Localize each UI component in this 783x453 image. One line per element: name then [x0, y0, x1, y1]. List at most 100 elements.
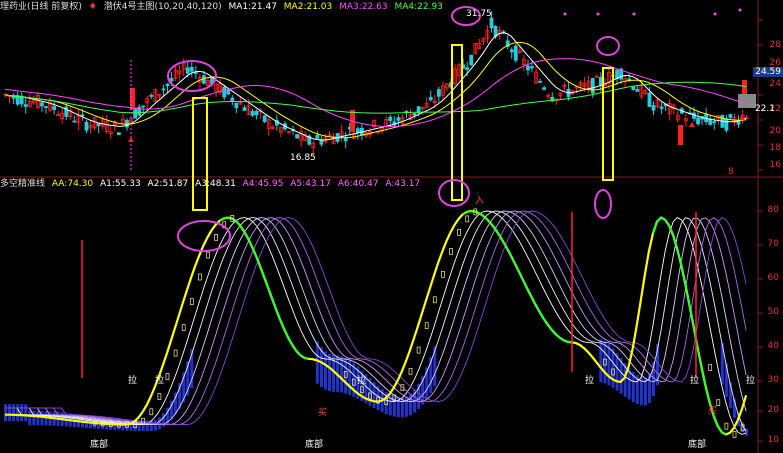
- bottom-label: 底部: [688, 440, 707, 450]
- volume-bar: [599, 339, 603, 383]
- volume-bar: [12, 404, 16, 422]
- volume-bar: [340, 356, 344, 393]
- volume-bar: [4, 404, 7, 422]
- candle-body: [526, 65, 530, 71]
- volume-bar: [28, 410, 32, 426]
- ma3-line: [4, 58, 747, 128]
- pull-label: 拉: [155, 376, 165, 386]
- buy-label: 买: [318, 408, 328, 418]
- candle-body: [169, 78, 174, 82]
- candle-body: [530, 66, 534, 69]
- candle-body: [165, 83, 170, 87]
- candle-body: [712, 121, 717, 124]
- candle-body: [295, 134, 300, 139]
- aa-down-line: [651, 216, 727, 436]
- signal-candle: [678, 125, 683, 145]
- candle-body: [315, 134, 320, 139]
- sub-tick: 20: [767, 405, 779, 415]
- candle-body: [234, 102, 239, 109]
- candle-body: [262, 115, 267, 123]
- candle-body: [396, 117, 401, 121]
- volume-bar: [8, 404, 12, 422]
- sub-candle: [441, 271, 445, 278]
- sub-candle: [708, 364, 713, 371]
- sub-candle: [206, 251, 210, 259]
- signal-dot: [563, 12, 567, 16]
- sub-candle: [732, 431, 737, 438]
- high-price-label: 31.75: [466, 9, 492, 19]
- candle-body: [509, 49, 514, 53]
- chart-canvas[interactable]: [0, 0, 783, 453]
- buy-label: 买: [708, 406, 718, 416]
- candle-body: [161, 88, 166, 91]
- candle-body: [242, 107, 247, 111]
- volume-bar: [36, 410, 40, 426]
- sub-tick: 60: [767, 273, 779, 283]
- sub-candle: [165, 373, 170, 380]
- volume-bar: [400, 397, 404, 418]
- signal-dot: [632, 12, 636, 16]
- volume-bar: [603, 341, 607, 384]
- sub-candle: [424, 322, 429, 330]
- sub-tick: 80: [767, 205, 779, 215]
- sub-tick: 10: [767, 435, 779, 445]
- candle-body: [254, 110, 259, 116]
- candle-body: [598, 76, 603, 86]
- candle-body: [80, 114, 85, 117]
- signal-dot: [738, 8, 742, 12]
- candle-body: [23, 104, 28, 107]
- candle-body: [343, 138, 348, 142]
- candle-body: [149, 94, 154, 97]
- volume-bar: [611, 348, 615, 388]
- price-tick: 24: [769, 79, 781, 89]
- candle-body: [117, 132, 121, 136]
- sub-tick: 50: [767, 307, 779, 317]
- price-tick: 16: [769, 160, 781, 170]
- sub-candle: [149, 408, 154, 416]
- candle-body: [84, 121, 89, 131]
- price-tick: 18: [769, 143, 781, 153]
- candle-body: [222, 86, 227, 98]
- sub-candle: [432, 296, 437, 304]
- candle-body: [52, 106, 56, 110]
- sub-candle: [214, 233, 218, 241]
- up-arrow-icon: [689, 122, 695, 127]
- candle-body: [40, 102, 44, 107]
- pull-label: 拉: [357, 376, 367, 386]
- sub-candle: [189, 298, 194, 306]
- current-price-box: 24.59: [753, 67, 783, 77]
- candle-body: [202, 75, 206, 84]
- up-arrow-icon: [128, 137, 134, 142]
- candle-body: [141, 105, 146, 108]
- sub-candle: [724, 422, 729, 430]
- candle-body: [412, 113, 417, 116]
- candle-body: [193, 72, 198, 74]
- candle-body: [647, 92, 652, 107]
- bottom-label: 底部: [90, 440, 109, 450]
- candle-body: [72, 120, 77, 123]
- signal-candle: [130, 88, 135, 110]
- sub-candle: [457, 229, 461, 236]
- sub-candle: [157, 393, 162, 400]
- candle-body: [659, 106, 664, 109]
- volume-bar: [20, 404, 24, 422]
- volume-bar: [344, 358, 348, 394]
- candle-body: [189, 67, 194, 72]
- candle-body: [436, 89, 441, 97]
- volume-bar: [32, 410, 36, 426]
- volume-bar: [323, 351, 327, 390]
- candle-body: [44, 106, 48, 108]
- sub-candle: [716, 399, 721, 407]
- highlight-circle: [438, 179, 470, 207]
- price-box-label: 22.1: [754, 104, 775, 114]
- sub-candle: [408, 367, 413, 375]
- candle-body: [250, 110, 255, 116]
- volume-bar: [348, 360, 352, 396]
- volume-bar: [745, 428, 749, 436]
- candle-body: [465, 67, 470, 70]
- candle-body: [489, 17, 494, 29]
- highlight-circle: [594, 189, 612, 219]
- candle-body: [631, 86, 636, 90]
- candle-body: [635, 89, 640, 92]
- volume-bar: [607, 344, 611, 386]
